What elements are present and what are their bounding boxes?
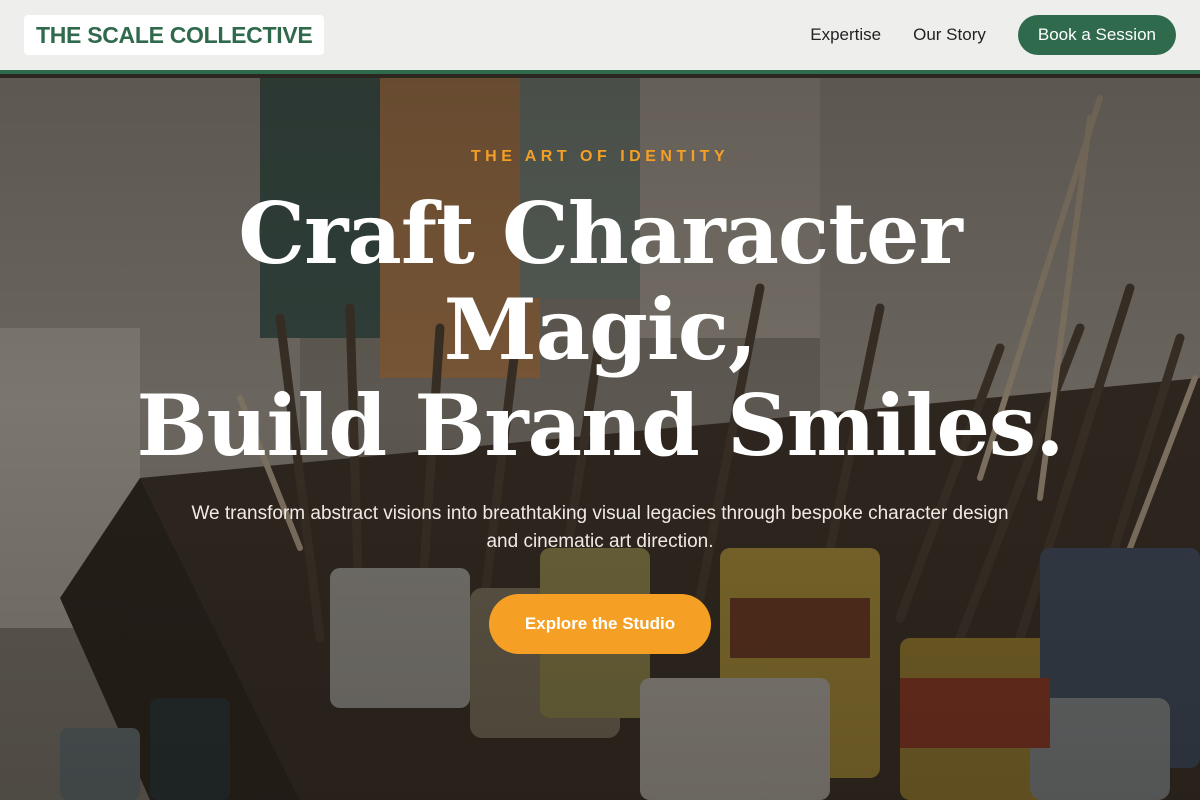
main-nav: Expertise Our Story Book a Session xyxy=(778,15,1176,55)
nav-link-expertise[interactable]: Expertise xyxy=(810,25,881,45)
logo[interactable]: THE SCALE COLLECTIVE xyxy=(24,15,325,55)
nav-link-our-story[interactable]: Our Story xyxy=(913,25,986,45)
headline-line-3: Build Brand Smiles. xyxy=(136,376,1065,475)
book-session-button[interactable]: Book a Session xyxy=(1017,15,1176,55)
headline-line-2: Magic, xyxy=(443,280,757,379)
hero-section: THE ART OF IDENTITY Craft Character Magi… xyxy=(0,78,1200,800)
hero-headline: Craft Character Magic, Build Brand Smile… xyxy=(0,186,1200,474)
explore-studio-button[interactable]: Explore the Studio xyxy=(489,594,711,654)
site-header: THE SCALE COLLECTIVE Expertise Our Story… xyxy=(0,0,1200,74)
hero-subtext: We transform abstract visions into breat… xyxy=(191,503,1009,552)
headline-line-1: Craft Character xyxy=(238,184,962,283)
hero-eyebrow: THE ART OF IDENTITY xyxy=(470,148,730,165)
